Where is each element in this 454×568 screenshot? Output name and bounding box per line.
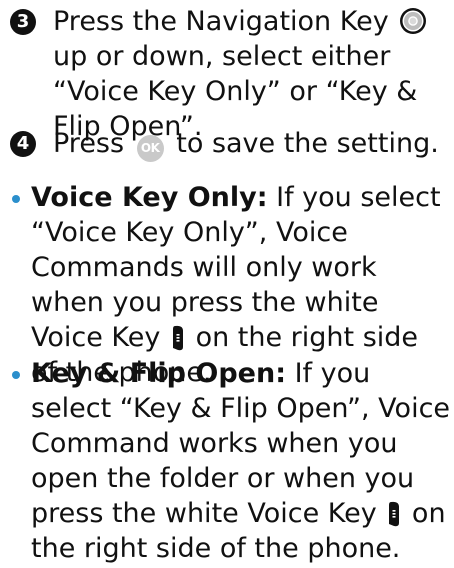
step-4-text-before: Press <box>53 128 125 159</box>
voice-key-icon <box>389 501 400 527</box>
manual-page: 3 Press the Navigation Key up or down, s… <box>0 0 454 568</box>
step-number-badge: 4 <box>10 131 36 157</box>
ok-key-icon: OK <box>136 135 164 162</box>
navigation-key-icon <box>400 8 427 34</box>
step-3: 3 Press the Navigation Key up or down, s… <box>10 4 450 144</box>
bullet-key-flip-open: Key & Flip Open: If you select “Key & Fl… <box>10 356 452 566</box>
step-4: 4 Press OK to save the setting. <box>10 126 450 162</box>
step-3-text: Press the Navigation Key up or down, sel… <box>53 4 450 144</box>
bullet-term: Voice Key Only: <box>31 182 268 213</box>
bullet-dot <box>12 195 20 203</box>
step-3-text-before: Press the Navigation Key <box>53 6 389 37</box>
step-4-text: Press OK to save the setting. <box>53 126 450 162</box>
step-number-badge: 3 <box>10 9 36 35</box>
bullet-text: Key & Flip Open: If you select “Key & Fl… <box>31 356 452 566</box>
bullet-dot <box>12 371 20 379</box>
voice-key-icon <box>172 325 183 351</box>
step-4-text-after: to save the setting. <box>176 128 439 159</box>
bullet-term: Key & Flip Open: <box>31 358 286 389</box>
